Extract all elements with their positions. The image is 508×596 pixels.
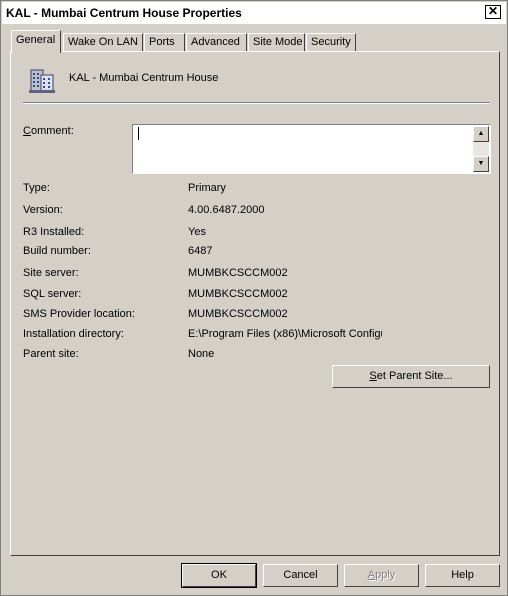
comment-label: Comment: <box>23 125 74 137</box>
build-number-value: 6487 <box>188 245 213 257</box>
parent-site-label: Parent site: <box>23 348 79 360</box>
comment-field[interactable]: ▲ ▼ <box>132 124 491 174</box>
general-tab-panel: KAL - Mumbai Centrum House Comment: ▲ ▼ … <box>10 51 500 556</box>
scroll-down-icon[interactable]: ▼ <box>473 156 489 172</box>
tab-wake-on-lan[interactable]: Wake On LAN <box>63 33 143 52</box>
r3-installed-label: R3 Installed: <box>23 226 85 238</box>
set-parent-site-button[interactable]: Set Parent Site... <box>332 365 490 388</box>
tab-general[interactable]: General <box>11 30 61 53</box>
build-number-label: Build number: <box>23 245 91 257</box>
tab-strip: General Wake On LAN Ports Advanced Site … <box>11 30 501 53</box>
site-name: KAL - Mumbai Centrum House <box>69 72 219 84</box>
parent-site-value: None <box>188 348 215 360</box>
ok-button[interactable]: OK <box>181 563 257 588</box>
window-title: KAL - Mumbai Centrum House Properties <box>6 6 242 20</box>
apply-button[interactable]: Apply <box>344 564 419 587</box>
comment-scrollbar[interactable]: ▲ ▼ <box>473 126 489 172</box>
cancel-button[interactable]: Cancel <box>263 564 338 587</box>
r3-installed-value: Yes <box>188 226 206 238</box>
sql-server-value: MUMBKCSCCM002 <box>188 288 288 300</box>
properties-dialog: KAL - Mumbai Centrum House Properties ✕ … <box>0 0 508 596</box>
tab-security[interactable]: Security <box>306 33 356 52</box>
scroll-up-icon[interactable]: ▲ <box>473 126 489 142</box>
installation-directory-value: E:\Program Files (x86)\Microsoft Configu <box>188 328 382 340</box>
version-label: Version: <box>23 204 63 216</box>
type-label: Type: <box>23 182 50 194</box>
type-value: Primary <box>188 182 226 194</box>
close-button[interactable]: ✕ <box>485 5 501 19</box>
site-server-value: MUMBKCSCCM002 <box>188 267 288 279</box>
title-bar: KAL - Mumbai Centrum House Properties ✕ <box>2 2 506 24</box>
site-server-icon <box>29 69 55 93</box>
sql-server-label: SQL server: <box>23 288 82 300</box>
installation-directory-label: Installation directory: <box>23 328 124 340</box>
help-button[interactable]: Help <box>425 564 500 587</box>
tab-advanced[interactable]: Advanced <box>186 33 247 52</box>
version-value: 4.00.6487.2000 <box>188 204 265 216</box>
header-separator <box>23 102 490 104</box>
tab-site-mode[interactable]: Site Mode <box>248 33 305 52</box>
text-caret <box>138 127 139 140</box>
tab-ports[interactable]: Ports <box>144 33 185 52</box>
sms-provider-location-value: MUMBKCSCCM002 <box>188 308 288 320</box>
site-server-label: Site server: <box>23 267 79 279</box>
sms-provider-location-label: SMS Provider location: <box>23 308 135 320</box>
